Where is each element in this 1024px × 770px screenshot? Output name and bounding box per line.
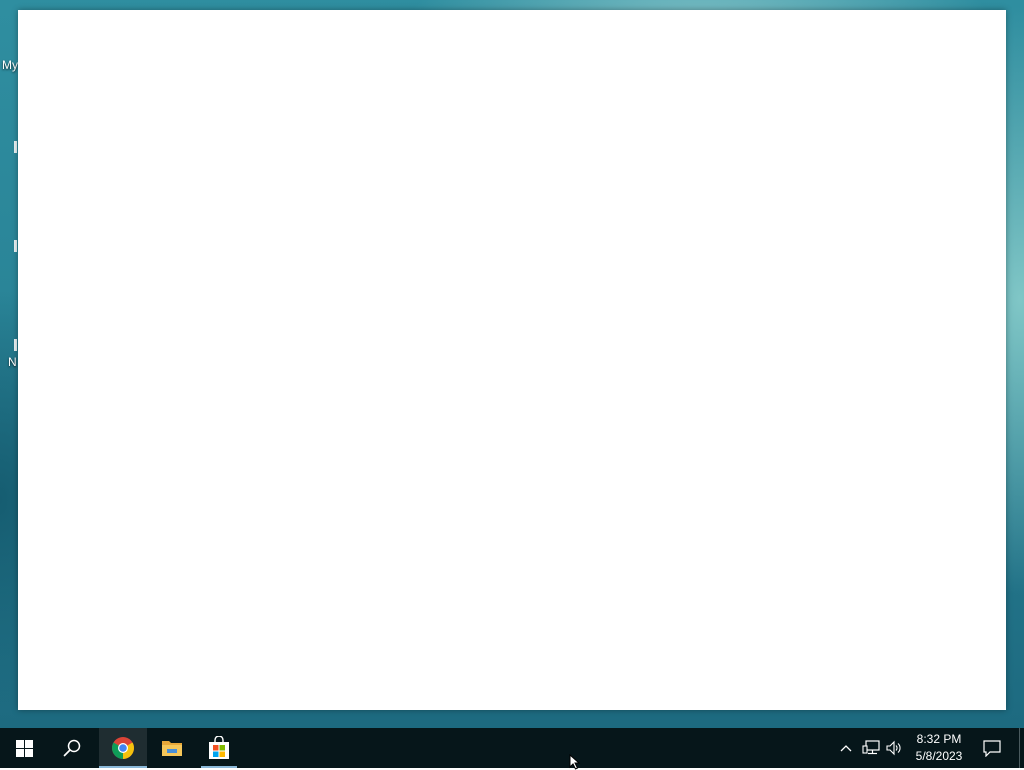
show-desktop-button[interactable]	[1019, 728, 1020, 768]
network-button[interactable]	[860, 728, 882, 768]
chrome-icon	[112, 737, 134, 759]
network-icon	[862, 740, 880, 755]
volume-button[interactable]	[884, 728, 904, 768]
microsoft-store-icon	[209, 736, 229, 759]
action-center-icon	[983, 739, 1001, 757]
file-explorer-icon	[162, 741, 182, 756]
desktop-icon-label-my[interactable]: My	[2, 58, 18, 72]
blank-application-window[interactable]	[18, 10, 1006, 710]
desktop-icon-fragment[interactable]	[14, 240, 17, 252]
desktop-icon-label-n[interactable]: N	[8, 355, 17, 369]
show-hidden-icons-button[interactable]	[836, 728, 856, 768]
desktop-background: My N	[0, 0, 1024, 728]
clock-time: 8:32 PM	[916, 732, 962, 746]
search-button[interactable]	[48, 728, 96, 768]
taskbar-file-explorer-button[interactable]	[148, 728, 196, 768]
clock-button[interactable]: 8:32 PM 5/8/2023	[906, 728, 972, 768]
volume-icon	[886, 740, 901, 756]
taskbar: 8:32 PM 5/8/2023	[0, 728, 1024, 768]
desktop-icon-fragment[interactable]	[14, 141, 17, 153]
start-button[interactable]	[0, 728, 48, 768]
search-icon	[63, 739, 81, 757]
taskbar-chrome-button[interactable]	[99, 728, 147, 768]
windows-logo-icon	[15, 739, 33, 757]
clock-date: 5/8/2023	[915, 749, 963, 763]
chevron-up-icon	[840, 745, 852, 752]
desktop-icon-fragment[interactable]	[14, 339, 17, 351]
action-center-button[interactable]	[980, 728, 1004, 768]
taskbar-store-button[interactable]	[197, 728, 241, 768]
